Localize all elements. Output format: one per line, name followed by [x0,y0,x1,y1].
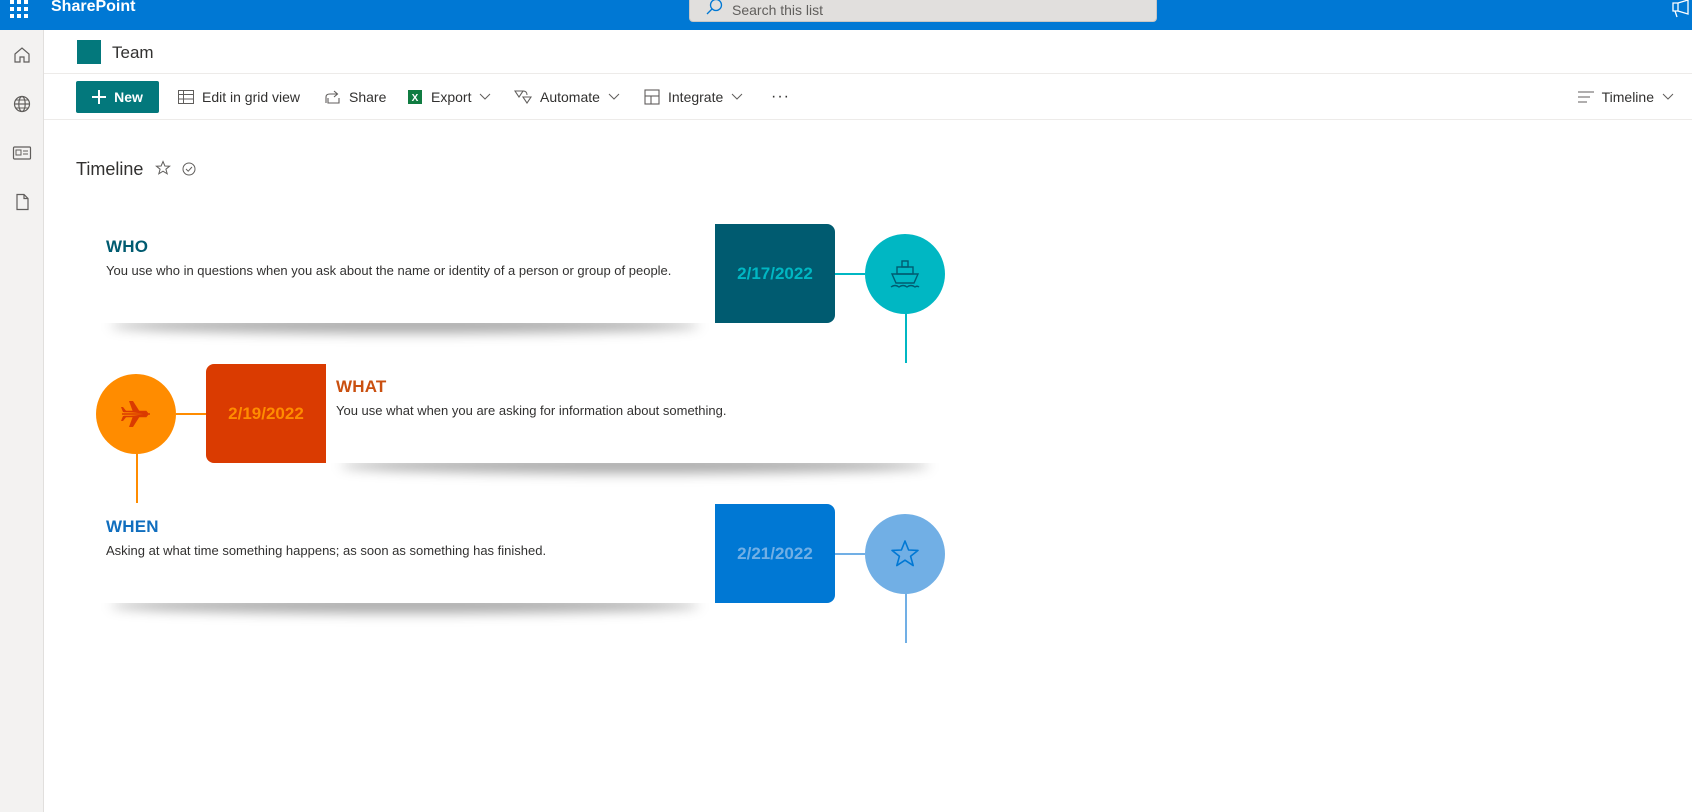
rail-files-button[interactable] [9,189,35,215]
current-view-label: Timeline [1601,89,1654,105]
new-button[interactable]: New [76,81,159,113]
edit-grid-button[interactable]: Edit in grid view [178,87,300,107]
share-icon [325,90,340,104]
airplane-icon [121,401,150,427]
automate-button[interactable]: Automate [514,87,620,107]
home-icon [14,47,30,63]
view-list-icon [1577,91,1594,103]
globe-icon [13,95,31,113]
svg-text:X: X [412,93,419,104]
chevron-down-icon [731,93,743,100]
news-icon [12,146,32,160]
automate-icon [514,90,532,104]
megaphone-icon[interactable] [1670,0,1692,18]
export-button[interactable]: X Export [407,87,491,107]
timeline-card[interactable]: WHEN Asking at what time something happe… [92,504,715,603]
timeline-date: 2/19/2022 [206,364,326,463]
timeline-date: 2/21/2022 [715,504,835,603]
search-icon [706,0,723,15]
plus-icon [92,90,107,104]
document-icon [16,193,29,211]
view-switcher[interactable]: Timeline [1577,87,1674,107]
timeline-title: WHEN [106,517,159,536]
excel-icon: X [408,90,422,104]
site-logo[interactable] [77,40,101,64]
integrate-label: Integrate [668,89,724,105]
rail-sites-button[interactable] [9,91,35,117]
timeline-connector [136,453,138,503]
rail-home-button[interactable] [9,42,35,68]
chevron-down-icon [480,93,491,100]
brand-name[interactable]: SharePoint [51,0,135,16]
search-input[interactable] [732,0,1132,20]
site-header: Team [44,30,1692,74]
timeline-connector [176,413,206,415]
search-box[interactable] [689,0,1157,22]
site-title[interactable]: Team [112,43,154,63]
suite-bar: SharePoint [0,0,1692,30]
share-label: Share [349,89,387,105]
timeline-date: 2/17/2022 [715,224,835,323]
timeline-connector [835,553,865,555]
favorite-star-icon[interactable] [155,160,171,176]
timeline-description: You use who in questions when you ask ab… [106,263,672,278]
timeline-connector [905,313,907,363]
view-title: Timeline [76,159,144,179]
grid-icon [178,90,194,104]
more-options-button[interactable]: ··· [771,87,790,107]
timeline-card[interactable]: WHO You use who in questions when you as… [92,224,715,323]
timeline-description: You use what when you are asking for inf… [336,403,727,418]
ship-icon [890,260,920,288]
timeline-title: WHAT [336,377,387,396]
share-button[interactable]: Share [325,87,386,107]
chevron-down-icon [1662,93,1674,100]
more-options-label: ··· [771,88,790,105]
timeline-description: Asking at what time something happens; a… [106,543,547,558]
rail-news-button[interactable] [9,140,35,166]
command-bar: New Edit in grid view Share X Export Aut… [44,75,1692,120]
timeline-connector [835,273,865,275]
timeline-connector [905,593,907,643]
timeline-title: WHO [106,237,149,256]
timeline-card[interactable]: WHAT You use what when you are asking fo… [326,364,945,463]
export-label: Export [431,89,472,105]
check-circle-icon[interactable] [182,162,196,176]
edit-grid-label: Edit in grid view [202,89,301,105]
left-rail [0,30,44,812]
chevron-down-icon [608,93,620,100]
timeline-circle [96,374,176,454]
app-launcher-icon[interactable] [10,0,30,18]
automate-label: Automate [540,89,600,105]
timeline-circle [865,234,945,314]
integrate-button[interactable]: Integrate [644,87,743,107]
new-button-label: New [114,89,143,105]
timeline-circle [865,514,945,594]
integrate-icon [644,89,660,105]
star-icon [891,540,919,567]
